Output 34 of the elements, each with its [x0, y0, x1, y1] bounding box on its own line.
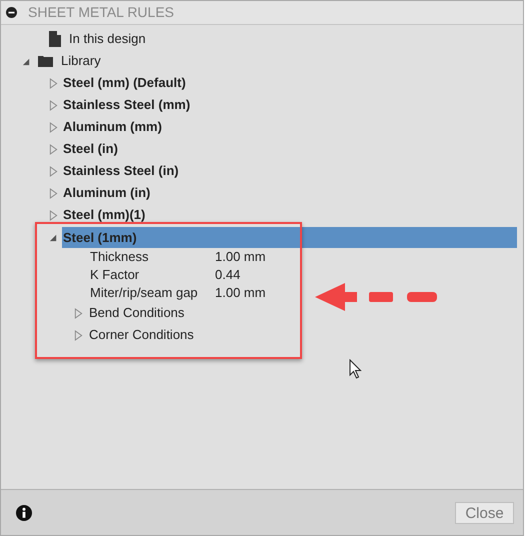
property-label: Thickness [90, 248, 150, 266]
expand-triangle-icon[interactable] [74, 330, 83, 340]
rule-item[interactable]: Aluminum (mm) [62, 117, 162, 137]
expand-triangle-icon[interactable] [49, 100, 58, 110]
cursor-icon [349, 359, 362, 379]
expand-triangle-icon[interactable] [49, 122, 58, 132]
rule-item[interactable]: Steel (in) [62, 139, 118, 159]
close-button[interactable]: Close [455, 502, 514, 524]
collapse-icon[interactable] [6, 7, 17, 18]
info-icon[interactable] [16, 504, 32, 520]
expand-triangle-icon[interactable] [49, 210, 58, 220]
document-icon [49, 31, 61, 47]
condition-group-item[interactable]: Corner Conditions [89, 325, 194, 345]
rule-item[interactable]: Steel (mm)(1) [62, 205, 146, 225]
expand-triangle-icon[interactable] [49, 144, 58, 154]
property-value: 1.00 mm [215, 248, 266, 266]
rule-item[interactable]: Aluminum (in) [62, 183, 150, 203]
tree-item[interactable]: In this design [69, 29, 146, 49]
expand-triangle-icon[interactable] [74, 308, 83, 318]
rule-item[interactable]: Stainless Steel (mm) [62, 95, 190, 115]
property-label: Miter/rip/seam gap [90, 284, 199, 302]
rule-item[interactable]: Steel (mm) (Default) [62, 73, 186, 93]
tree-item[interactable]: Library [61, 51, 101, 71]
panel-title: SHEET METAL RULES [28, 3, 174, 22]
rule-item[interactable]: Steel (1mm) [62, 226, 517, 248]
folder-icon [38, 55, 53, 67]
property-label: K Factor [90, 266, 140, 284]
expand-triangle-icon[interactable] [49, 78, 58, 88]
rule-item[interactable]: Stainless Steel (in) [62, 161, 179, 181]
property-value: 1.00 mm [215, 284, 266, 302]
condition-group-item[interactable]: Bend Conditions [89, 303, 184, 323]
property-value: 0.44 [215, 266, 240, 284]
expand-triangle-icon[interactable] [49, 188, 58, 198]
expand-triangle-icon[interactable] [49, 166, 58, 176]
